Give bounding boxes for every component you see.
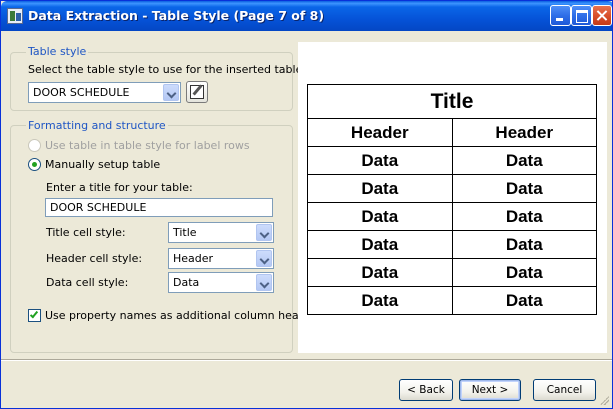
data-cell-style-value: Data — [173, 276, 200, 289]
manual-setup-label[interactable]: Manually setup table — [45, 158, 160, 171]
chevron-down-icon[interactable] — [256, 274, 272, 291]
table-style-select[interactable]: DOOR SCHEDULE — [28, 82, 181, 103]
table-preview: Title Header Header Data Data Data Data Da… — [307, 84, 597, 315]
preview-title-cell: Title — [307, 84, 597, 119]
data-cell-style-select[interactable]: Data — [168, 272, 274, 293]
table-preview-panel: Title Header Header Data Data Data Data Da… — [298, 42, 607, 353]
cancel-button[interactable]: Cancel — [533, 379, 596, 401]
table-style-select-value: DOOR SCHEDULE — [33, 86, 130, 99]
minimize-icon[interactable] — [550, 5, 571, 26]
title-bar[interactable]: Data Extraction - Table Style (Page 7 of… — [1, 1, 612, 31]
preview-data-row: Data Data — [307, 174, 597, 203]
preview-data-row: Data Data — [307, 286, 597, 315]
maximize-icon[interactable] — [571, 5, 592, 26]
header-cell-style-select[interactable]: Header — [168, 248, 274, 269]
chevron-down-icon[interactable] — [163, 84, 179, 101]
preview-data-cell: Data — [451, 146, 597, 175]
header-cell-style-label: Header cell style: — [46, 252, 143, 265]
preview-data-row: Data Data — [307, 230, 597, 259]
preview-data-row: Data Data — [307, 258, 597, 287]
preview-data-cell: Data — [307, 286, 453, 315]
preview-data-cell: Data — [451, 174, 597, 203]
use-label-rows-radio — [28, 139, 41, 152]
preview-data-cell: Data — [451, 230, 597, 259]
back-button[interactable]: < Back — [399, 379, 453, 401]
next-button[interactable]: Next > — [459, 379, 521, 401]
preview-data-cell: Data — [307, 146, 453, 175]
manual-setup-radio[interactable] — [28, 158, 41, 171]
footer-divider — [1, 359, 612, 361]
close-icon[interactable] — [592, 5, 612, 26]
title-prompt-label: Enter a title for your table: — [46, 181, 193, 194]
title-cell-style-label: Title cell style: — [46, 226, 126, 239]
preview-header-cell: Header — [451, 118, 597, 147]
preview-data-cell: Data — [451, 286, 597, 315]
title-cell-style-select[interactable]: Title — [168, 222, 274, 243]
data-cell-style-label: Data cell style: — [46, 276, 129, 289]
table-style-edit-icon — [190, 85, 204, 99]
checkmark-icon — [29, 309, 39, 319]
use-property-names-checkbox[interactable] — [28, 309, 41, 322]
preview-data-cell: Data — [307, 230, 453, 259]
formatting-group-label: Formatting and structure — [26, 119, 168, 132]
table-style-edit-button[interactable] — [186, 81, 208, 103]
preview-data-row: Data Data — [307, 146, 597, 175]
radio-selected-dot — [32, 162, 37, 167]
resize-grip-icon[interactable] — [599, 395, 609, 405]
chevron-down-icon[interactable] — [256, 224, 272, 241]
title-cell-style-value: Title — [173, 226, 197, 239]
table-title-input[interactable] — [45, 198, 273, 217]
preview-data-cell: Data — [451, 202, 597, 231]
preview-data-cell: Data — [307, 174, 453, 203]
use-label-rows-label: Use table in table style for label rows — [45, 139, 250, 152]
preview-data-row: Data Data — [307, 202, 597, 231]
window-title: Data Extraction - Table Style (Page 7 of… — [28, 8, 325, 23]
autocad-app-icon — [7, 8, 23, 24]
preview-data-cell: Data — [307, 202, 453, 231]
data-extraction-dialog: Data Extraction - Table Style (Page 7 of… — [0, 0, 613, 409]
chevron-down-icon[interactable] — [256, 250, 272, 267]
table-title-field[interactable] — [46, 199, 272, 216]
header-cell-style-value: Header — [173, 252, 214, 265]
preview-data-cell: Data — [307, 258, 453, 287]
table-style-instruction: Select the table style to use for the in… — [28, 63, 307, 76]
preview-header-cell: Header — [307, 118, 453, 147]
use-property-names-label[interactable]: Use property names as additional column … — [45, 309, 323, 322]
table-style-group-label: Table style — [26, 45, 89, 58]
preview-data-cell: Data — [451, 258, 597, 287]
